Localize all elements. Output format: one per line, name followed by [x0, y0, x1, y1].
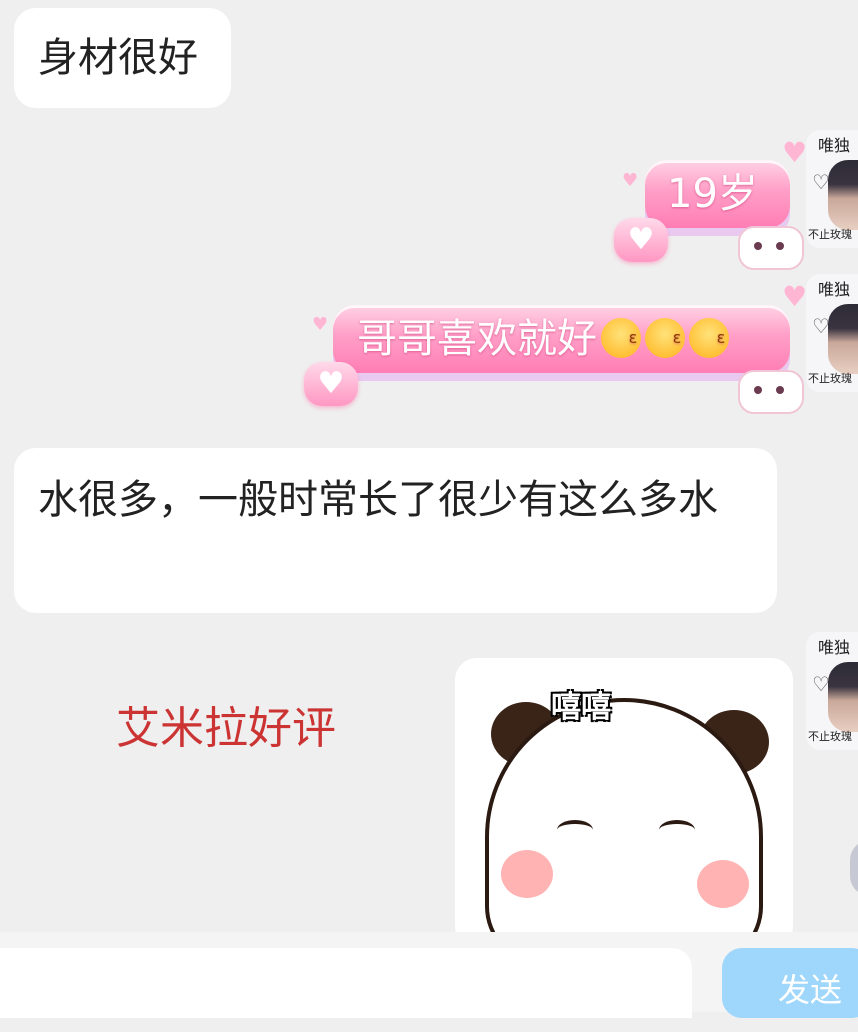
panda-eye [557, 820, 593, 840]
message-bubble-outgoing[interactable]: 哥哥喜欢就好 ε ε ε [333, 305, 790, 373]
small-heart-icon: ♥ [782, 280, 808, 313]
cat-sticker-icon [738, 370, 804, 414]
avatar-caption: 不止玫瑰 [808, 730, 852, 743]
message-text: 哥哥喜欢就好 [357, 316, 597, 362]
small-heart-icon: ♥ [622, 170, 639, 191]
avatar-caption: 不止玫瑰 [808, 372, 852, 385]
avatar[interactable]: 唯独 ♡ 不止玫瑰 [806, 632, 858, 750]
panda-blush [501, 850, 553, 898]
message-bubble-incoming[interactable]: 水很多，一般时常长了很少有这么多水 [14, 448, 777, 613]
avatar-caption: 不止玫瑰 [808, 228, 852, 241]
kiss-emoji-icon: ε [645, 318, 685, 358]
panda-eye [659, 820, 695, 840]
message-input[interactable] [0, 948, 692, 1018]
avatar[interactable]: 唯独 ♡ 不止玫瑰 [806, 130, 858, 248]
composer-bar: 发送 [0, 932, 858, 1018]
small-heart-icon: ♥ [782, 136, 808, 169]
small-heart-icon: ♥ [312, 314, 329, 335]
message-text: 身材很好 [38, 35, 198, 81]
send-button[interactable]: 发送 [722, 948, 858, 1018]
kiss-emoji-icon: ε [601, 318, 641, 358]
panda-sticker[interactable]: 嘻嘻 [455, 658, 793, 948]
heart-icon: ♥ [614, 218, 668, 262]
floating-button[interactable] [850, 840, 858, 896]
avatar[interactable]: 唯独 ♡ 不止玫瑰 [806, 274, 858, 392]
cat-sticker-icon [738, 226, 804, 270]
message-text: 19岁 [667, 171, 758, 217]
avatar-caption: 唯独 [818, 280, 851, 299]
message-text: 水很多，一般时常长了很少有这么多水 [38, 477, 718, 523]
message-bubble-outgoing[interactable]: 19岁 [645, 160, 790, 228]
panda-blush [697, 860, 749, 908]
sticker-caption: 嘻嘻 [551, 690, 611, 725]
kiss-emoji-icon: ε [689, 318, 729, 358]
heart-icon: ♥ [304, 362, 358, 406]
avatar-face [828, 662, 858, 732]
message-bubble-incoming[interactable]: 身材很好 [14, 8, 231, 108]
avatar-caption: 唯独 [818, 638, 851, 657]
review-label: 艾米拉好评 [116, 703, 336, 754]
avatar-face [828, 160, 858, 230]
avatar-caption: 唯独 [818, 136, 851, 155]
avatar-face [828, 304, 858, 374]
